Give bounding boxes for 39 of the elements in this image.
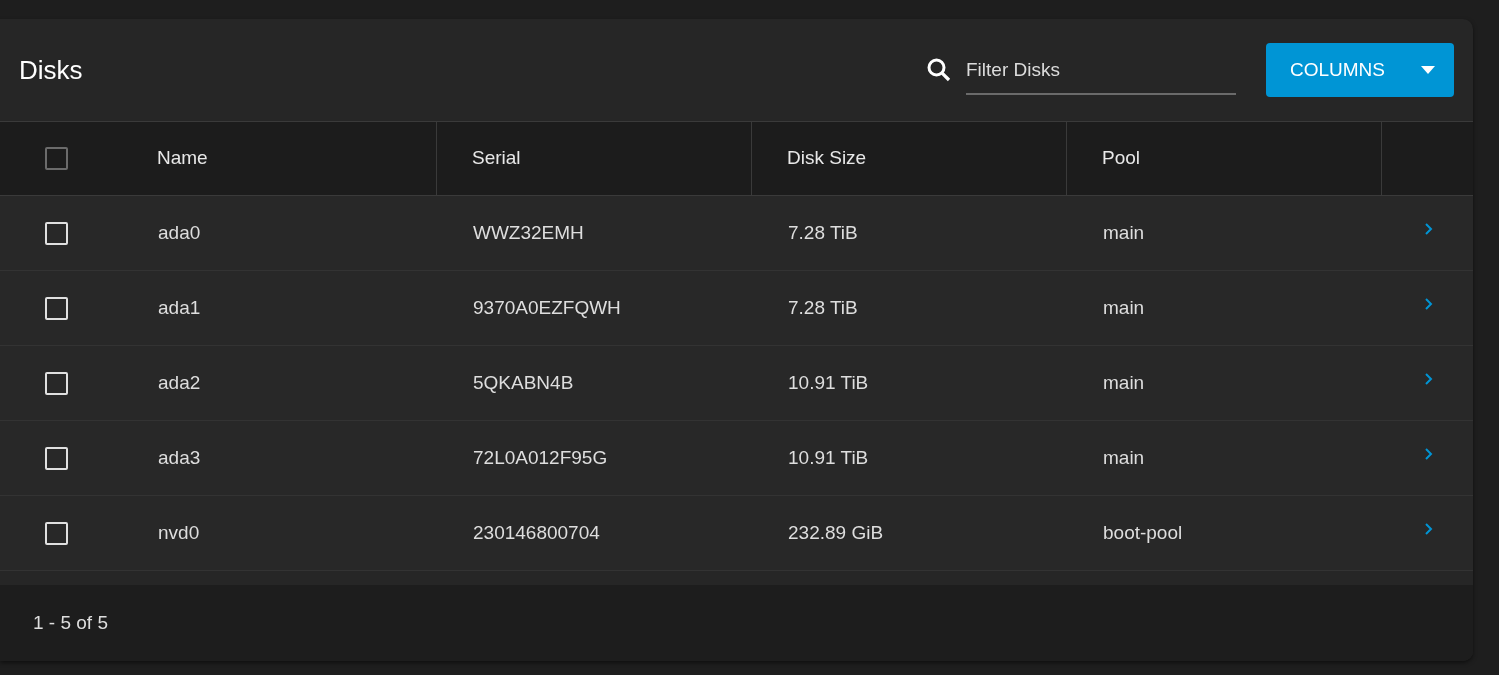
chevron-right-icon[interactable] xyxy=(1424,222,1433,236)
table-cell-text: 230146800704 xyxy=(473,520,600,545)
table-cell-text: ada3 xyxy=(158,445,201,470)
column-header: Serial xyxy=(472,146,521,171)
filter-field[interactable]: Filter Disks xyxy=(966,45,1236,95)
table-cell-text: nvd0 xyxy=(158,520,200,545)
table-cell-text: main xyxy=(1103,370,1145,395)
table-row[interactable]: ada1 9370A0EZFQWH 7.28 TiB main xyxy=(0,271,1473,346)
pagination-text: 1 - 5 of 5 xyxy=(33,610,108,635)
column-header: Pool xyxy=(1102,146,1141,171)
table-cell-text: 10.91 TiB xyxy=(788,370,869,395)
table-cell-text: ada0 xyxy=(158,220,201,245)
caret-icon xyxy=(1420,65,1436,75)
table-row[interactable]: nvd0 230146800704 232.89 GiB boot-pool xyxy=(0,496,1473,571)
table-cell-text: boot-pool xyxy=(1103,520,1183,545)
column-header: Name xyxy=(157,146,208,171)
table-cell-text: 7.28 TiB xyxy=(788,220,858,245)
table-cell-text: 7.28 TiB xyxy=(788,295,858,320)
table-cell-text: 9370A0EZFQWH xyxy=(473,295,621,320)
chevron-right-icon[interactable] xyxy=(1424,372,1433,386)
table-row[interactable]: ada3 72L0A012F95G 10.91 TiB main xyxy=(0,421,1473,496)
table-cell-text: WWZ32EMH xyxy=(473,220,584,245)
table-cell-text: ada1 xyxy=(158,295,201,320)
column-header: Disk Size xyxy=(787,146,867,171)
table-cell-text: 5QKABN4B xyxy=(473,370,574,395)
page-title: Disks xyxy=(19,53,83,87)
table-cell-text: ada2 xyxy=(158,370,201,395)
table-cell-text: 72L0A012F95G xyxy=(473,445,608,470)
table-cell-text: 232.89 GiB xyxy=(788,520,884,545)
table-cell-text: main xyxy=(1103,220,1145,245)
chevron-right-icon[interactable] xyxy=(1424,522,1433,536)
table-cell-text: 10.91 TiB xyxy=(788,445,869,470)
chevron-right-icon[interactable] xyxy=(1424,297,1433,311)
table-cell-text: main xyxy=(1103,445,1145,470)
checkbox[interactable] xyxy=(45,147,68,170)
table-row[interactable]: ada2 5QKABN4B 10.91 TiB main xyxy=(0,346,1473,421)
table-cell-text: main xyxy=(1103,295,1145,320)
chevron-right-icon[interactable] xyxy=(1424,447,1433,461)
table-row[interactable]: ada0 WWZ32EMH 7.28 TiB main xyxy=(0,196,1473,271)
